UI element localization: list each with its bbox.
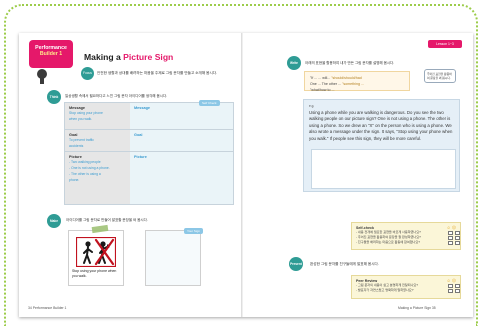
think-icon: Think: [47, 90, 61, 104]
table-row: Message Stop using your phone when you w…: [65, 103, 233, 130]
checkbox[interactable]: [448, 230, 453, 235]
passage-text: Using a phone while you are walking is d…: [309, 110, 453, 141]
page-footer-left: 34 Performance Builder 1: [28, 306, 67, 310]
sign-caption: Stop using your phone when you walk.: [72, 269, 117, 278]
passage-label: e.g.: [309, 104, 315, 108]
cell-text: phone.: [69, 178, 80, 182]
cell-text: Stop using your phone: [69, 111, 103, 115]
page-title: Making a Picture Sign: [84, 52, 173, 62]
checkbox[interactable]: [455, 235, 460, 240]
cell-text: when you walk.: [69, 117, 93, 121]
cell-heading: Goal: [134, 133, 143, 137]
check-item-text: - 내용 전개에 필요한 표현을 바르게 사용하였나요?: [356, 230, 421, 234]
cell-heading: Goal: [69, 133, 78, 137]
self-check-box: Self-check ☺ ☹ - 내용 전개에 필요한 표현을 바르게 사용하였…: [351, 222, 461, 250]
expression-option: "something ...: [342, 82, 364, 86]
cell-text: accidents: [69, 144, 84, 148]
title-prefix: Making a: [84, 52, 124, 62]
checkbox[interactable]: [448, 235, 453, 240]
expression-line: "what/how to ...: [310, 87, 404, 93]
make-icon: Make: [47, 214, 61, 228]
checkbox[interactable]: [448, 283, 453, 288]
title-accent: Picture Sign: [123, 52, 174, 62]
pin-icon: [37, 69, 47, 84]
expression-box: "If ... ... will... "should/should/had O…: [304, 71, 410, 93]
badge-line2: Builder 1: [39, 51, 63, 57]
expression-text: "If ... ... will...: [310, 76, 331, 80]
performance-builder-badge: Performance Builder 1: [29, 40, 73, 68]
picture-sign-example: Stop using your phone when you walk.: [68, 230, 124, 286]
checkbox[interactable]: [448, 288, 453, 293]
expression-text: One ... The other ...: [310, 82, 342, 86]
table-cell-answer[interactable]: Picture: [130, 152, 233, 204]
table-cell-example: Goal To prevent traffic accidents: [65, 130, 130, 151]
cell-text: - One is not using a phone.: [69, 166, 110, 170]
peer-review-box: Peer Review ☺ ☹ - 그림 문자의 내용이 쉽고 분명하게 전달되…: [351, 275, 461, 299]
present-instructions: 완성한 그림 문자를 친구들에게 발표해 봅시다.: [310, 262, 379, 266]
expression-option: "should/should/had: [331, 76, 362, 80]
make-instructions: 아이디어를 그림 문자로 만들어 발표할 문장을 써 봅시다.: [66, 218, 148, 222]
check-item-text: - 그림 문자의 내용이 쉽고 분명하게 전달되나요?: [356, 283, 418, 287]
cell-heading: Picture: [134, 155, 147, 159]
checkbox[interactable]: [455, 283, 460, 288]
checkbox[interactable]: [448, 240, 453, 245]
cell-text: - Two walking people: [69, 160, 101, 164]
cell-heading: Message: [134, 106, 151, 110]
focus-icon: Focus: [81, 67, 94, 80]
table-cell-example: Message Stop using your phone when you w…: [65, 103, 130, 129]
table-cell-example: Picture - Two walking people - One is no…: [65, 152, 130, 204]
checkbox[interactable]: [455, 240, 460, 245]
check-item-text: - 발표자가 자연스럽고 명확하게 말하였나요?: [356, 288, 414, 293]
table-cell-answer[interactable]: Message: [130, 103, 233, 129]
card-tag: Your Sign: [184, 228, 203, 234]
table-tag: Self Check: [199, 100, 220, 106]
idea-table: Message Stop using your phone when you w…: [64, 102, 234, 205]
checkbox[interactable]: [455, 288, 460, 293]
checkbox[interactable]: [455, 230, 460, 235]
intro-text: 안전한 생활과 상대를 배려하는 마음을 주제로 그림 문자를 만들고 소개해 …: [97, 71, 218, 75]
cell-heading: Message: [69, 106, 86, 110]
book-spine: [241, 33, 243, 317]
check-item: - 친구들을 배려하는 마음으로 활동에 참여했나요?: [356, 240, 460, 245]
cell-heading: Picture: [69, 155, 82, 159]
check-item-text: - 주어진 표현을 활용하여 문장을 잘 완성하였나요?: [356, 235, 421, 240]
table-cell-answer[interactable]: Goal: [130, 130, 233, 151]
page-footer-right: Making a Picture Sign 35: [398, 306, 436, 310]
tip-note: 주어진 표현을 활용하여 문장을 써 봅시다.: [424, 69, 456, 83]
table-row: Picture - Two walking people - One is no…: [65, 152, 233, 204]
blank-sign-card[interactable]: [145, 230, 201, 286]
table-row: Goal To prevent traffic accidents Goal: [65, 130, 233, 152]
check-item-text: - 친구들을 배려하는 마음으로 활동에 참여했나요?: [356, 240, 420, 245]
cell-text: To prevent traffic: [69, 138, 95, 142]
cell-text: - The other is using a: [69, 172, 101, 176]
check-item: - 발표자가 자연스럽고 명확하게 말하였나요?: [356, 288, 460, 293]
present-icon: Present: [289, 257, 303, 271]
writing-area[interactable]: [311, 149, 456, 189]
expression-text: "what/how to ...: [310, 88, 335, 92]
lesson-tag: Lesson 1~3: [428, 40, 462, 48]
write-icon: Write: [287, 56, 301, 70]
no-phone-walking-icon: [76, 237, 116, 267]
write-instructions: 아래의 표현을 활용하여 내가 만든 그림 문자를 설명해 봅시다.: [305, 61, 395, 65]
think-instructions: 일상생활 속에서 필요하다고 느낀 그림 문자 아이디어를 생각해 봅시다.: [65, 94, 168, 98]
